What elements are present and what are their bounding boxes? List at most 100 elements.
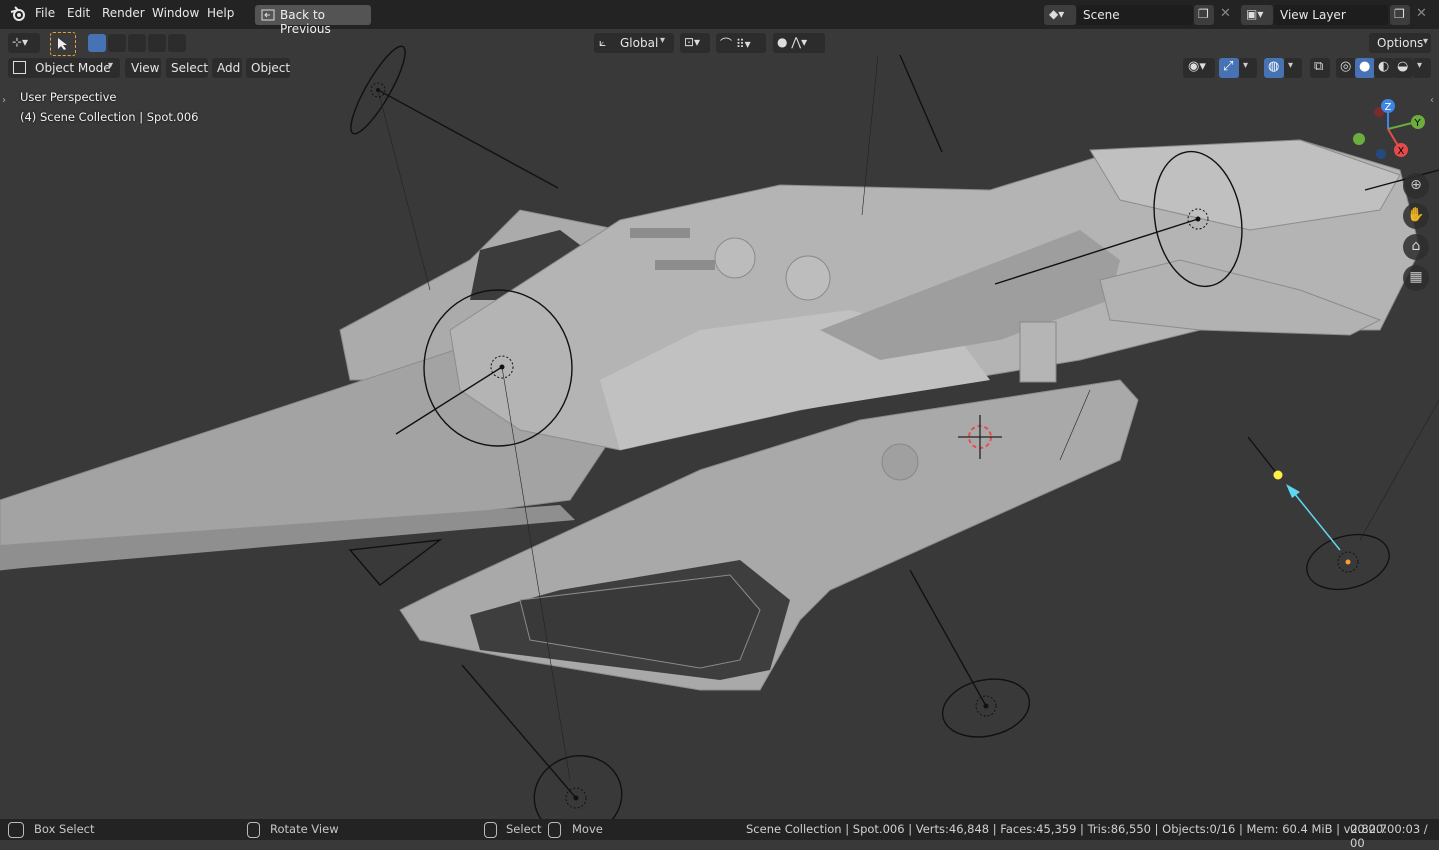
- gizmo-axis-y: Y: [1414, 118, 1422, 129]
- top-menu-bar: File Edit Render Window Help Back to Pre…: [0, 0, 1439, 36]
- wireframe-sphere-icon: ◎: [1340, 59, 1352, 74]
- chevron-down-icon: ▾: [108, 60, 114, 71]
- object-mode-icon: [13, 61, 26, 74]
- back-to-previous-button[interactable]: Back to Previous: [255, 5, 371, 36]
- editor-type-button[interactable]: ⊹▾: [8, 33, 40, 53]
- shading-solid-button[interactable]: ●: [1355, 58, 1375, 78]
- transform-orientation-dropdown[interactable]: ⟀ Global ▾: [594, 33, 674, 53]
- grid-icon: ▦: [1409, 269, 1423, 285]
- gizmo-icon: ⤢: [1223, 59, 1234, 74]
- viewport-scene[interactable]: [0, 29, 1439, 819]
- copy-icon: ❐: [1198, 7, 1209, 21]
- visibility-dropdown[interactable]: ◉▾: [1183, 58, 1215, 78]
- object-menu[interactable]: Object: [246, 58, 290, 78]
- navigation-gizmo[interactable]: Z Y X: [1350, 96, 1430, 166]
- scene-name-field[interactable]: Scene: [1077, 5, 1193, 25]
- selection-mode-group: [88, 34, 186, 52]
- gizmo-axis-x: X: [1398, 146, 1405, 157]
- mouse-drag-icon: [548, 822, 561, 838]
- pivot-point-dropdown[interactable]: ⊡▾: [680, 33, 710, 53]
- options-dropdown[interactable]: Options ▾: [1369, 33, 1431, 53]
- mouse-middle-icon: [247, 822, 260, 838]
- proportional-edit-controls[interactable]: ● ⋀▾: [773, 33, 825, 53]
- view-layer-icon: ▣▾: [1246, 7, 1264, 21]
- xray-toggle[interactable]: ⧉: [1310, 58, 1330, 78]
- status-bar: Box Select Rotate View Select Move Scene…: [0, 819, 1439, 850]
- back-to-previous-label: Back to Previous: [280, 8, 331, 36]
- overlays-dropdown[interactable]: ▾: [1284, 58, 1302, 78]
- ortho-toggle-button[interactable]: ▦: [1403, 265, 1429, 291]
- scene-close-button[interactable]: ✕: [1215, 5, 1235, 25]
- scene-browse-button[interactable]: ◆▾: [1044, 5, 1076, 25]
- object-mode-dropdown[interactable]: Object Mode ▾: [8, 58, 120, 78]
- add-menu[interactable]: Add: [212, 58, 242, 78]
- overlays-toggle[interactable]: ◍: [1264, 58, 1284, 78]
- view-layer-copy-button[interactable]: ❐: [1390, 5, 1410, 25]
- shading-material-button[interactable]: ◐: [1374, 58, 1394, 78]
- status-rotate-view: Rotate View: [270, 822, 339, 836]
- select-subtract-button[interactable]: [128, 34, 146, 52]
- cursor-icon: [58, 38, 67, 50]
- snap-controls[interactable]: ⌒ ⠿▾: [716, 33, 766, 53]
- zoom-icon: ⊕: [1410, 177, 1422, 193]
- menu-file[interactable]: File: [35, 6, 55, 20]
- eye-icon: ◉▾: [1188, 59, 1206, 74]
- snap-icon: ⌒ ⠿▾: [720, 37, 751, 51]
- viewport-collection-info: (4) Scene Collection | Spot.006: [20, 110, 199, 124]
- shading-dropdown[interactable]: ▾: [1413, 58, 1431, 78]
- view-menu[interactable]: View: [125, 58, 161, 78]
- viewport-perspective-label: User Perspective: [20, 90, 117, 104]
- view-layer-name-value: View Layer: [1280, 8, 1346, 22]
- view-layer-browse-button[interactable]: ▣▾: [1241, 5, 1273, 25]
- chevron-down-icon: ▾: [1243, 60, 1249, 71]
- menu-edit[interactable]: Edit: [67, 6, 90, 20]
- shading-wireframe-button[interactable]: ◎: [1336, 58, 1356, 78]
- menu-render[interactable]: Render: [102, 6, 145, 20]
- view-layer-close-button[interactable]: ✕: [1411, 5, 1431, 25]
- chevron-down-icon: ▾: [1423, 36, 1429, 47]
- select-intersect-button[interactable]: [168, 34, 186, 52]
- pan-button[interactable]: ✋: [1403, 203, 1429, 229]
- solid-sphere-icon: ●: [1359, 59, 1371, 74]
- menu-window[interactable]: Window: [152, 6, 199, 20]
- transform-orientation-value: Global: [620, 36, 659, 50]
- status-move: Move: [572, 822, 603, 836]
- sidebar-expand-arrow-icon[interactable]: ‹: [1430, 95, 1434, 106]
- orientation-icon: ⟀: [599, 35, 607, 49]
- status-box-select: Box Select: [34, 822, 95, 836]
- select-new-button[interactable]: [88, 34, 106, 52]
- pivot-icon: ⊡▾: [684, 35, 701, 49]
- close-icon: ✕: [1220, 6, 1231, 21]
- object-menu-label: Object: [251, 61, 291, 75]
- chevron-down-icon: ▾: [660, 35, 666, 46]
- select-menu-label: Select: [171, 61, 209, 75]
- overlays-icon: ◍: [1268, 59, 1280, 74]
- gizmo-dropdown[interactable]: ▾: [1239, 58, 1257, 78]
- select-invert-button[interactable]: [148, 34, 166, 52]
- shading-rendered-button[interactable]: ◒: [1393, 58, 1413, 78]
- mouse-left-icon: [8, 822, 24, 838]
- close-icon: ✕: [1416, 6, 1427, 21]
- gizmo-axis-z: Z: [1385, 102, 1392, 113]
- gizmo-toggle[interactable]: ⤢: [1219, 58, 1239, 78]
- select-menu[interactable]: Select: [166, 58, 208, 78]
- add-menu-label: Add: [217, 61, 241, 75]
- select-extend-button[interactable]: [108, 34, 126, 52]
- mouse-right-icon: [484, 822, 497, 838]
- scene-copy-button[interactable]: ❐: [1194, 5, 1214, 25]
- toolbar-expand-arrow-icon[interactable]: ›: [2, 95, 6, 106]
- chevron-down-icon: ▾: [1417, 60, 1423, 71]
- camera-view-button[interactable]: ⌂: [1403, 234, 1429, 260]
- select-tool-button[interactable]: [50, 32, 76, 56]
- menu-help[interactable]: Help: [207, 6, 234, 20]
- copy-icon: ❐: [1394, 7, 1405, 21]
- zoom-button[interactable]: ⊕: [1403, 173, 1429, 199]
- options-label: Options: [1377, 36, 1424, 50]
- blender-icon[interactable]: [10, 6, 28, 22]
- object-mode-value: Object Mode: [35, 61, 111, 75]
- status-time: 00:00:00:03 / 00: [1350, 822, 1428, 850]
- transform-icon: ⊹▾: [12, 35, 29, 49]
- view-layer-name-field[interactable]: View Layer: [1274, 5, 1388, 25]
- scene-icon: ◆▾: [1049, 7, 1065, 21]
- scene-name-value: Scene: [1083, 8, 1120, 22]
